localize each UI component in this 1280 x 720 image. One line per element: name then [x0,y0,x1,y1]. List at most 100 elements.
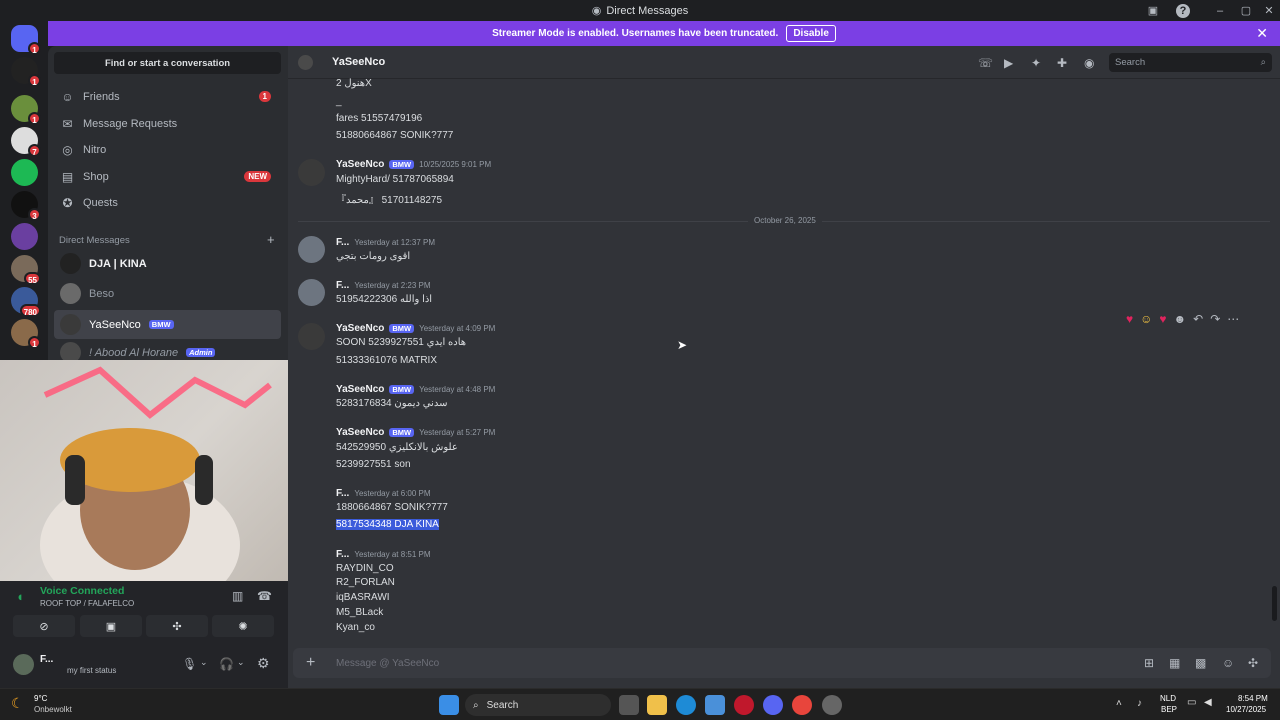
dm-item-active[interactable]: YaSeeNco BMW [54,310,281,339]
message-composer[interactable]: + Message @ YaSeeNco ⊞ ▦ ▩ ☺ ✣ [293,648,1271,678]
soundboard-button[interactable]: ✺ [212,615,274,637]
camera-off-button[interactable]: ⊘ [13,615,75,637]
screen-share-button[interactable]: ▣ [80,615,142,637]
volume-icon[interactable]: ◀ [1204,697,1212,708]
server-icon[interactable]: 780 [11,287,41,317]
chat-recipient[interactable]: YaSeeNco [332,56,385,68]
avatar[interactable] [298,323,325,350]
minimize-button[interactable]: – [1212,0,1228,21]
nav-friends[interactable]: ☺ Friends 1 [54,84,281,109]
help-icon[interactable]: ? [1176,4,1190,18]
nav-nitro[interactable]: ◎ Nitro [54,137,281,162]
author-name[interactable]: F... [336,488,349,499]
maximize-button[interactable]: ▢ [1238,0,1254,21]
dm-tag: Admin [186,348,216,357]
more-icon[interactable]: ⋯ [1227,312,1239,326]
start-button[interactable] [439,695,459,715]
user-panel: F... my first status 🎙 ⌄ 🎧 ⌄ ⚙ [0,642,288,688]
opera-icon[interactable] [734,695,754,715]
author-name[interactable]: YaSeeNco [336,323,384,334]
apps-icon[interactable]: ✣ [1248,656,1258,670]
server-icon[interactable]: 1 [11,95,41,125]
weather-temp[interactable]: 9°C [34,694,47,703]
scrollbar[interactable] [1272,586,1277,621]
dm-item[interactable]: Beso [54,279,281,308]
close-window-button[interactable]: ✕ [1261,0,1277,21]
server-icon[interactable]: 3 [11,191,41,221]
server-icon[interactable] [11,159,38,186]
chevron-up-icon[interactable]: ˄ [1116,698,1122,709]
microphone-icon[interactable]: 🎙 [182,657,197,671]
network-icon[interactable]: ▭ [1187,697,1196,708]
nav-shop[interactable]: ▤ Shop NEW [54,164,281,189]
author-name[interactable]: F... [336,280,349,291]
gear-icon[interactable]: ⚙ [257,655,270,672]
clock-time[interactable]: 8:54 PM [1238,694,1268,703]
add-attachment-icon[interactable]: + [306,654,315,672]
gift-icon[interactable]: ⊞ [1144,656,1154,670]
find-conversation-button[interactable]: Find or start a conversation [54,52,281,74]
disconnect-icon[interactable]: ☎ [257,589,272,603]
author-tag: BMW [389,385,415,394]
server-icon[interactable]: 1 [11,57,41,87]
emoji-icon[interactable]: ☺ [1222,656,1234,670]
author-name[interactable]: YaSeeNco [336,384,384,395]
add-dm-icon[interactable]: + [267,232,275,247]
headphones-icon[interactable]: 🎧 [219,657,234,671]
chrome-icon[interactable] [792,695,812,715]
server-icon[interactable]: 7 [11,127,41,157]
task-view-icon[interactable] [619,695,639,715]
nav-message-requests[interactable]: ✉ Message Requests [54,111,281,136]
search-input[interactable]: Search ⌕ [1109,53,1272,72]
nav-label: Shop [83,170,109,183]
profile-icon[interactable]: ◉ [1084,56,1094,70]
microphone-icon[interactable]: ♪ [1137,698,1142,709]
nav-quests[interactable]: ✪ Quests [54,190,281,215]
author-name[interactable]: YaSeeNco [336,427,384,438]
avatar[interactable] [298,279,325,306]
server-icon[interactable]: 55 [11,255,41,285]
server-icon[interactable] [11,223,38,250]
avatar[interactable] [13,654,34,675]
voice-channel[interactable]: ROOF TOP / FALAFELCO [40,599,134,608]
inbox-icon[interactable]: ▣ [1145,0,1161,21]
message-line: fares 51557479196 [336,113,423,124]
close-icon[interactable]: ✕ [1256,25,1268,42]
author-name[interactable]: F... [336,549,349,560]
reply-icon[interactable]: ↶ [1193,312,1203,326]
taskbar-search[interactable]: ⌕ Search [465,694,611,716]
gif-icon[interactable]: ▦ [1169,656,1180,670]
disable-button[interactable]: Disable [786,25,836,42]
sticker-icon[interactable]: ▩ [1195,656,1206,670]
file-explorer-icon[interactable] [647,695,667,715]
laugh-reaction-icon[interactable]: ☺ [1140,312,1152,326]
avatar[interactable] [298,159,325,186]
dm-item[interactable]: DJA | KINA [54,249,281,278]
discord-taskbar-icon[interactable] [763,695,783,715]
language-code[interactable]: NLD [1160,694,1176,703]
noise-icon[interactable]: ▥ [232,589,243,603]
add-reaction-icon[interactable]: ☻ [1174,312,1187,326]
dm-tag: BMW [148,320,174,329]
chevron-down-icon[interactable]: ⌄ [200,657,208,668]
message-actions-toolbar: ♥ ☺ ♥ ☻ ↶ ↷ ⋯ [1126,312,1239,326]
avatar[interactable] [298,236,325,263]
video-icon[interactable]: ▶ [1004,56,1013,70]
chevron-down-icon[interactable]: ⌄ [237,657,245,668]
activities-button[interactable]: ✣ [146,615,208,637]
message-line: SOON هاده ايدي 5239927551 [336,337,467,348]
pin-icon[interactable]: ✦ [1031,56,1041,70]
server-icon[interactable]: 1 [11,25,41,55]
app-icon[interactable] [822,695,842,715]
server-icon[interactable]: 1 [11,319,41,349]
heart-reaction-icon[interactable]: ♥ [1126,312,1133,326]
edge-icon[interactable] [676,695,696,715]
store-icon[interactable] [705,695,725,715]
author-name[interactable]: F... [336,237,349,248]
add-friend-icon[interactable]: ✚ [1057,56,1067,70]
heart-reaction-icon[interactable]: ♥ [1159,312,1166,326]
forward-icon[interactable]: ↷ [1210,312,1220,326]
dm-header: Direct Messages [59,235,130,246]
call-icon[interactable]: ☏ [978,56,993,70]
author-name[interactable]: YaSeeNco [336,159,384,170]
